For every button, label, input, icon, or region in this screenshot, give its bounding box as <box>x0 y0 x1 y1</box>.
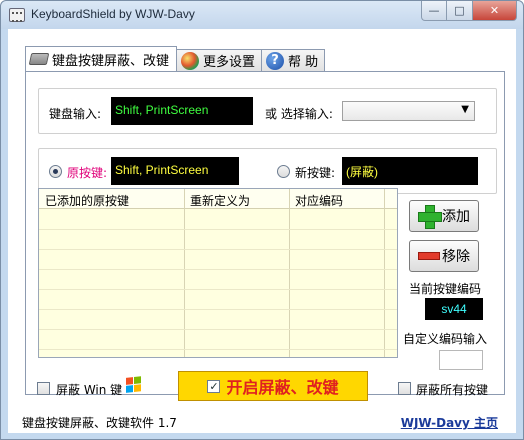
homepage-link[interactable]: WJW-Davy 主页 <box>401 414 498 431</box>
column-header-redefined[interactable]: 重新定义为 <box>190 192 250 209</box>
block-win-label: 屏蔽 Win 键 <box>56 383 123 397</box>
row-line <box>39 309 397 310</box>
add-button-label: 添加 <box>442 209 470 225</box>
new-key-label: 新按键: <box>295 166 336 180</box>
key-select-dropdown[interactable]: ▼ <box>342 101 475 121</box>
custom-code-input[interactable] <box>439 350 483 370</box>
new-key-field[interactable]: (屏蔽) <box>342 157 478 185</box>
original-key-field[interactable]: Shift, PrintScreen <box>111 157 239 185</box>
mapped-keys-list[interactable]: 已添加的原按键 重新定义为 对应编码 <box>38 188 398 358</box>
row-line <box>39 269 397 270</box>
original-key-label: 原按键: <box>67 166 108 180</box>
column-header-code[interactable]: 对应编码 <box>295 192 343 209</box>
tab-label: 帮 助 <box>288 55 319 70</box>
block-all-label: 屏蔽所有按键 <box>416 383 489 397</box>
start-blocking-button[interactable]: ✓ 开启屏蔽、改键 <box>178 371 368 401</box>
row-line <box>39 229 397 230</box>
custom-code-label: 自定义编码输入 <box>403 332 488 346</box>
tab-label: 更多设置 <box>203 55 256 70</box>
column-divider <box>384 189 385 357</box>
tab-label: 键盘按键屏蔽、改键 <box>52 53 170 69</box>
plus-icon <box>418 205 442 229</box>
client-area: 键盘按键屏蔽、改键 更多设置 ? 帮 助 键盘输入: Shift, PrintS… <box>8 29 516 433</box>
status-bar: 键盘按键屏蔽、改键软件 1.7 WJW-Davy 主页 <box>8 407 516 433</box>
version-text: 键盘按键屏蔽、改键软件 1.7 <box>22 416 177 430</box>
window-title: KeyboardShield by WJW-Davy <box>31 7 195 21</box>
tab-panel: 键盘输入: Shift, PrintScreen 或 选择输入: ▼ 原按键: … <box>25 71 505 395</box>
help-icon: ? <box>266 51 285 70</box>
original-key-radio[interactable] <box>49 165 62 178</box>
tab-keyboard-block[interactable]: 键盘按键屏蔽、改键 <box>25 46 178 71</box>
column-divider <box>289 189 290 357</box>
chevron-down-icon: ▼ <box>461 104 469 115</box>
globe-icon <box>181 51 200 70</box>
or-select-label: 或 选择输入: <box>265 107 333 121</box>
minimize-button[interactable]: — <box>421 1 447 21</box>
windows-logo-icon <box>126 376 142 394</box>
row-line <box>39 249 397 250</box>
keyboard-input-field[interactable]: Shift, PrintScreen <box>111 97 253 125</box>
start-checkbox[interactable]: ✓ <box>207 379 221 393</box>
window-controls: — □ ✕ <box>421 1 517 21</box>
tab-help[interactable]: ? 帮 助 <box>261 49 326 71</box>
app-window: KeyboardShield by WJW-Davy — □ ✕ 键盘按键屏蔽、… <box>0 0 524 440</box>
minus-icon <box>418 252 440 260</box>
current-code-label: 当前按键编码 <box>409 282 482 296</box>
remove-button[interactable]: 移除 <box>409 240 479 272</box>
row-line <box>39 329 397 330</box>
maximize-button[interactable]: □ <box>447 1 473 21</box>
current-code-value: sv44 <box>425 298 483 320</box>
new-key-radio[interactable] <box>277 165 290 178</box>
block-win-checkbox[interactable] <box>37 382 50 395</box>
list-header: 已添加的原按键 重新定义为 对应编码 <box>39 189 397 209</box>
add-button[interactable]: 添加 <box>409 200 479 232</box>
keyboard-input-label: 键盘输入: <box>49 107 102 121</box>
title-bar[interactable]: KeyboardShield by WJW-Davy — □ ✕ <box>1 1 523 29</box>
keyboard-app-icon <box>9 8 25 22</box>
keyboard-icon <box>28 53 50 65</box>
close-button[interactable]: ✕ <box>473 1 517 21</box>
tab-strip: 键盘按键屏蔽、改键 更多设置 ? 帮 助 <box>25 46 326 71</box>
column-header-original[interactable]: 已添加的原按键 <box>45 192 129 209</box>
row-line <box>39 289 397 290</box>
row-line <box>39 349 397 350</box>
start-button-label: 开启屏蔽、改键 <box>226 378 339 397</box>
remove-button-label: 移除 <box>442 249 470 265</box>
tab-more-settings[interactable]: 更多设置 <box>176 49 263 71</box>
block-all-checkbox[interactable] <box>398 382 411 395</box>
column-divider <box>184 189 185 357</box>
